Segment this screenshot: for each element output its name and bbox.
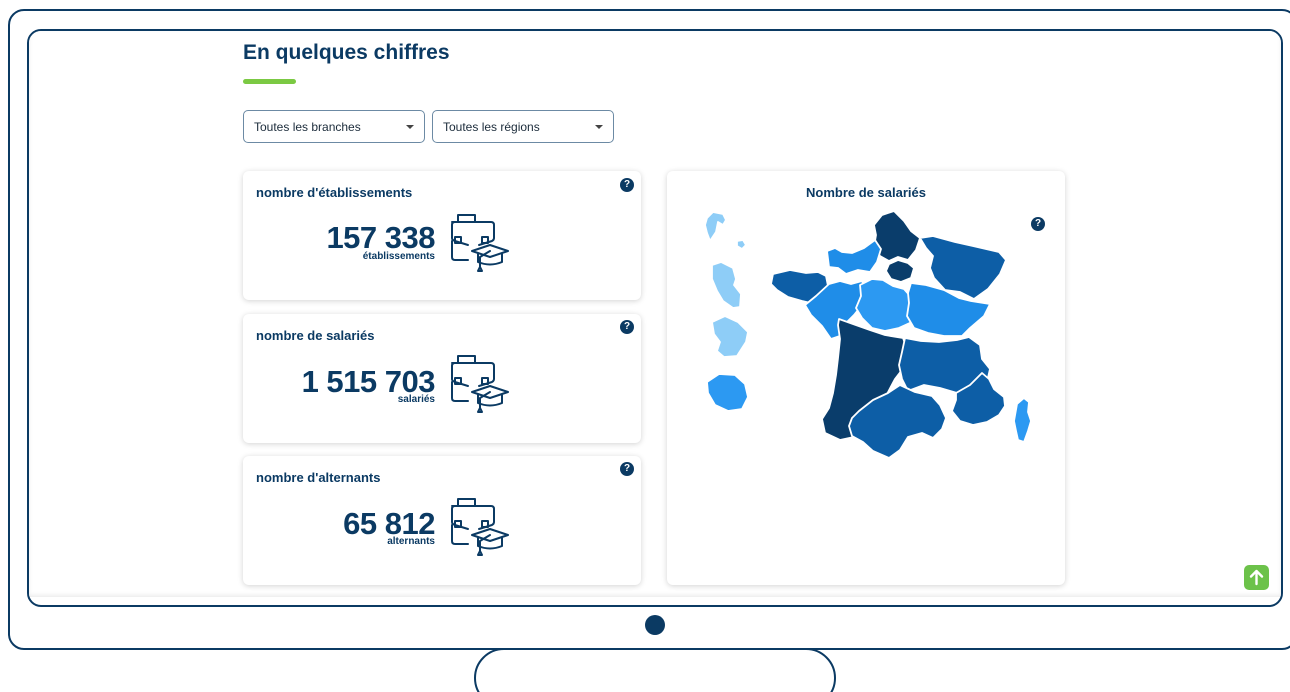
regions-select-value: Toutes les régions [443,120,540,134]
stat-card-etablissements: nombre d'établissements ? 157 338 établi… [243,171,641,300]
monitor-screen [27,29,1283,607]
stat-card-salaries: nombre de salariés ? 1 515 703 salariés [243,314,641,443]
briefcase-graduation-icon [451,355,509,413]
map-region-ile-de-france[interactable] [885,259,915,283]
question-icon[interactable]: ? [620,178,634,192]
map-region-normandie[interactable] [826,239,882,275]
map-card: Nombre de salariés ? [667,171,1065,585]
map-region-guadeloupe[interactable] [704,211,747,250]
chevron-down-icon [595,125,603,129]
map-region-centre[interactable] [855,278,915,332]
title-underline [243,79,296,84]
stat-unit: salariés [397,394,435,405]
france-map [704,210,1032,459]
question-icon[interactable]: ? [620,462,634,476]
branches-select[interactable]: Toutes les branches [243,110,425,143]
arrow-up-icon [1249,569,1264,586]
card-title: nombre d'alternants [256,470,381,485]
branches-select-value: Toutes les branches [254,120,361,134]
regions-select[interactable]: Toutes les régions [432,110,614,143]
chevron-down-icon [406,125,414,129]
screen-content [29,31,1281,597]
card-title: nombre d'établissements [256,185,413,200]
briefcase-graduation-icon [451,214,509,272]
power-indicator [645,615,665,635]
briefcase-graduation-icon [451,498,509,556]
map-region-guyane[interactable] [711,315,749,358]
monitor-stand [474,648,836,692]
scroll-top-button[interactable] [1244,565,1269,590]
question-icon[interactable]: ? [620,320,634,334]
map-region-martinique[interactable] [711,261,742,309]
stat-unit: alternants [387,536,435,547]
card-title: nombre de salariés [256,328,375,343]
stat-unit: établissements [362,251,435,262]
map-region-reunion[interactable] [706,373,749,412]
stat-card-alternants: nombre d'alternants ? 65 812 alternants [243,456,641,585]
map-region-corse[interactable] [1013,397,1032,443]
page-title: En quelques chiffres [243,41,450,64]
map-region-hauts-de-france[interactable] [873,210,921,262]
